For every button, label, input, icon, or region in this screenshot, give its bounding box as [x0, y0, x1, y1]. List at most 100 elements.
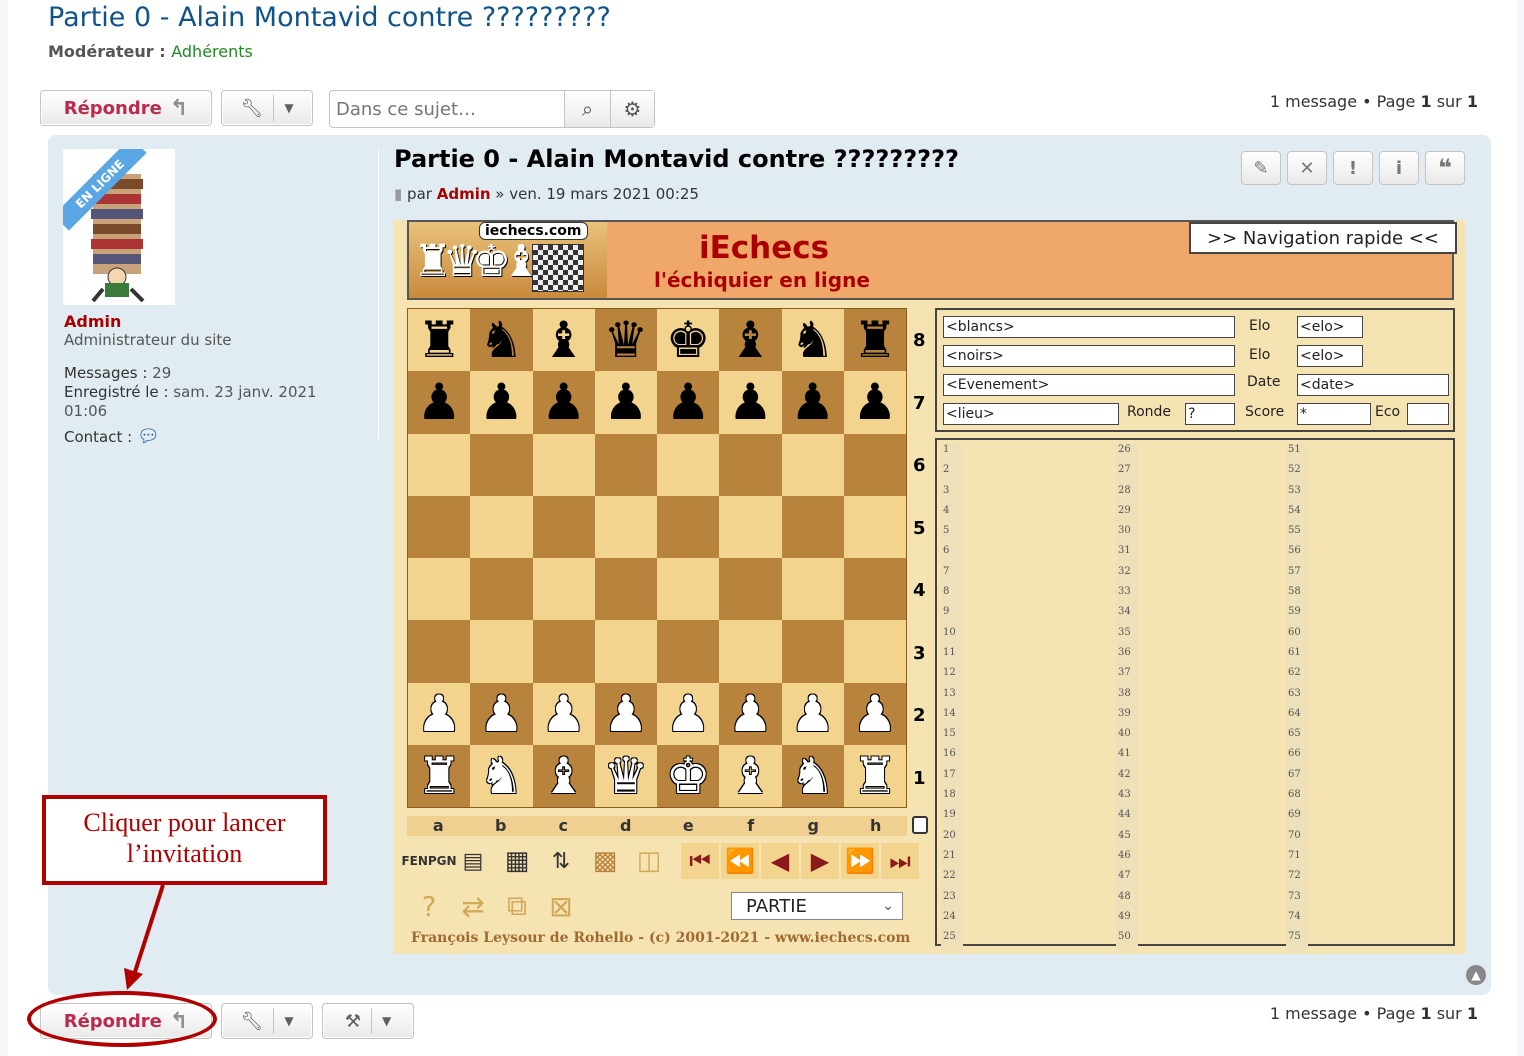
- square-d2[interactable]: ♟: [594, 682, 657, 745]
- square-a4[interactable]: [408, 558, 471, 621]
- white-rook-piece[interactable]: ♜: [852, 751, 897, 801]
- next-move-icon[interactable]: ▶: [801, 843, 839, 879]
- author-messages-count-link[interactable]: 29: [152, 364, 171, 382]
- square-g8[interactable]: ♞: [781, 309, 844, 372]
- black-knight-piece[interactable]: ♞: [790, 315, 835, 365]
- white-king-piece[interactable]: ♚: [666, 751, 711, 801]
- copy-icon[interactable]: ⧉: [499, 888, 535, 924]
- square-g6[interactable]: [781, 433, 844, 496]
- white-elo-field[interactable]: <elo>: [1297, 316, 1363, 338]
- black-elo-field[interactable]: <elo>: [1297, 345, 1363, 367]
- white-pawn-piece[interactable]: ♟: [852, 689, 897, 739]
- square-b2[interactable]: ♟: [470, 682, 533, 745]
- square-a5[interactable]: [408, 495, 471, 558]
- avatar[interactable]: EN LIGNE: [63, 149, 175, 305]
- square-a3[interactable]: [408, 620, 471, 683]
- moderator-tools-button[interactable]: ⚒ ▼: [322, 1003, 414, 1039]
- topic-title[interactable]: Partie 0 - Alain Montavid contre ???????…: [48, 2, 611, 33]
- black-pawn-piece[interactable]: ♟: [417, 377, 462, 427]
- square-b6[interactable]: [470, 433, 533, 496]
- square-e1[interactable]: ♚: [657, 744, 720, 807]
- report-button[interactable]: !: [1333, 151, 1373, 185]
- square-h1[interactable]: ♜: [843, 744, 906, 807]
- square-g2[interactable]: ♟: [781, 682, 844, 745]
- chess-copyright[interactable]: François Leysour de Rohello - (c) 2001-2…: [411, 930, 910, 946]
- search-button[interactable]: ⌕: [564, 91, 610, 127]
- white-pawn-piece[interactable]: ♟: [603, 689, 648, 739]
- square-e7[interactable]: ♟: [657, 371, 720, 434]
- black-rook-piece[interactable]: ♜: [417, 315, 462, 365]
- square-h2[interactable]: ♟: [843, 682, 906, 745]
- white-pawn-piece[interactable]: ♟: [728, 689, 773, 739]
- square-d4[interactable]: [594, 558, 657, 621]
- square-g4[interactable]: [781, 558, 844, 621]
- author-name-link[interactable]: Admin: [64, 312, 121, 331]
- post-author-link[interactable]: Admin: [437, 185, 491, 203]
- chess-board[interactable]: ♜ ♞ ♝ ♛ ♚ ♝ ♞ ♜ ♟ ♟ ♟ ♟ ♟ ♟ ♟ ♟ ♟ ♟ ♟ ♟ ♟ ♟ ♟ ♟ ♜ ♞ ♝ ♛ ♚ ♝ ♞ ♜: [407, 308, 907, 808]
- speech-bubble-icon[interactable]: 💬︎: [137, 426, 160, 447]
- square-a2[interactable]: ♟: [408, 682, 471, 745]
- square-f3[interactable]: [719, 620, 782, 683]
- square-c3[interactable]: [532, 620, 595, 683]
- square-a8[interactable]: ♜: [408, 309, 471, 372]
- square-c4[interactable]: [532, 558, 595, 621]
- black-bishop-piece[interactable]: ♝: [541, 315, 586, 365]
- square-h6[interactable]: [843, 433, 906, 496]
- table-icon[interactable]: ◫: [631, 843, 667, 879]
- square-b8[interactable]: ♞: [470, 309, 533, 372]
- black-pawn-piece[interactable]: ♟: [790, 377, 835, 427]
- square-f6[interactable]: [719, 433, 782, 496]
- rewind-icon[interactable]: ⏪: [721, 843, 759, 879]
- square-f5[interactable]: [719, 495, 782, 558]
- score-field[interactable]: *: [1297, 403, 1371, 425]
- square-h5[interactable]: [843, 495, 906, 558]
- black-pawn-piece[interactable]: ♟: [728, 377, 773, 427]
- iechecs-logo[interactable]: ♜♛♚♝ iechecs.com: [409, 222, 607, 298]
- square-f4[interactable]: [719, 558, 782, 621]
- black-rook-piece[interactable]: ♜: [852, 315, 897, 365]
- round-field[interactable]: ?: [1185, 403, 1235, 425]
- square-c1[interactable]: ♝: [532, 744, 595, 807]
- square-d6[interactable]: [594, 433, 657, 496]
- square-c8[interactable]: ♝: [532, 309, 595, 372]
- square-b3[interactable]: [470, 620, 533, 683]
- square-h4[interactable]: [843, 558, 906, 621]
- event-field[interactable]: <Evenement>: [943, 374, 1235, 396]
- square-g7[interactable]: ♟: [781, 371, 844, 434]
- advanced-search-button[interactable]: ⚙: [610, 91, 654, 127]
- white-knight-piece[interactable]: ♞: [479, 751, 524, 801]
- fen-pgn-button[interactable]: FEN PGN: [401, 843, 456, 879]
- square-h7[interactable]: ♟: [843, 371, 906, 434]
- white-pawn-piece[interactable]: ♟: [666, 689, 711, 739]
- mode-select[interactable]: PARTIE ⌄: [731, 892, 903, 920]
- black-pawn-piece[interactable]: ♟: [541, 377, 586, 427]
- black-knight-piece[interactable]: ♞: [479, 315, 524, 365]
- square-d7[interactable]: ♟: [594, 371, 657, 434]
- reply-button-top[interactable]: Répondre ↰: [40, 90, 212, 126]
- help-icon[interactable]: ?: [411, 888, 447, 924]
- topic-tools-button-bottom[interactable]: 🔧︎ ▼: [221, 1003, 313, 1039]
- square-f2[interactable]: ♟: [719, 682, 782, 745]
- square-c6[interactable]: [532, 433, 595, 496]
- square-g1[interactable]: ♞: [781, 744, 844, 807]
- black-player-field[interactable]: <noirs>: [943, 345, 1235, 367]
- square-b5[interactable]: [470, 495, 533, 558]
- white-pawn-piece[interactable]: ♟: [541, 689, 586, 739]
- square-d1[interactable]: ♛: [594, 744, 657, 807]
- exchange-icon[interactable]: ⇄: [455, 888, 491, 924]
- square-a6[interactable]: [408, 433, 471, 496]
- white-pawn-piece[interactable]: ♟: [790, 689, 835, 739]
- square-e2[interactable]: ♟: [657, 682, 720, 745]
- white-bishop-piece[interactable]: ♝: [541, 751, 586, 801]
- square-h8[interactable]: ♜: [843, 309, 906, 372]
- square-a1[interactable]: ♜: [408, 744, 471, 807]
- square-a7[interactable]: ♟: [408, 371, 471, 434]
- white-rook-piece[interactable]: ♜: [417, 751, 462, 801]
- first-move-icon[interactable]: ⏮: [681, 843, 719, 879]
- square-e6[interactable]: [657, 433, 720, 496]
- previous-move-icon[interactable]: ◀: [761, 843, 799, 879]
- delete-button[interactable]: ✕: [1287, 151, 1327, 185]
- square-c2[interactable]: ♟: [532, 682, 595, 745]
- eco-field[interactable]: [1407, 403, 1449, 425]
- white-pawn-piece[interactable]: ♟: [417, 689, 462, 739]
